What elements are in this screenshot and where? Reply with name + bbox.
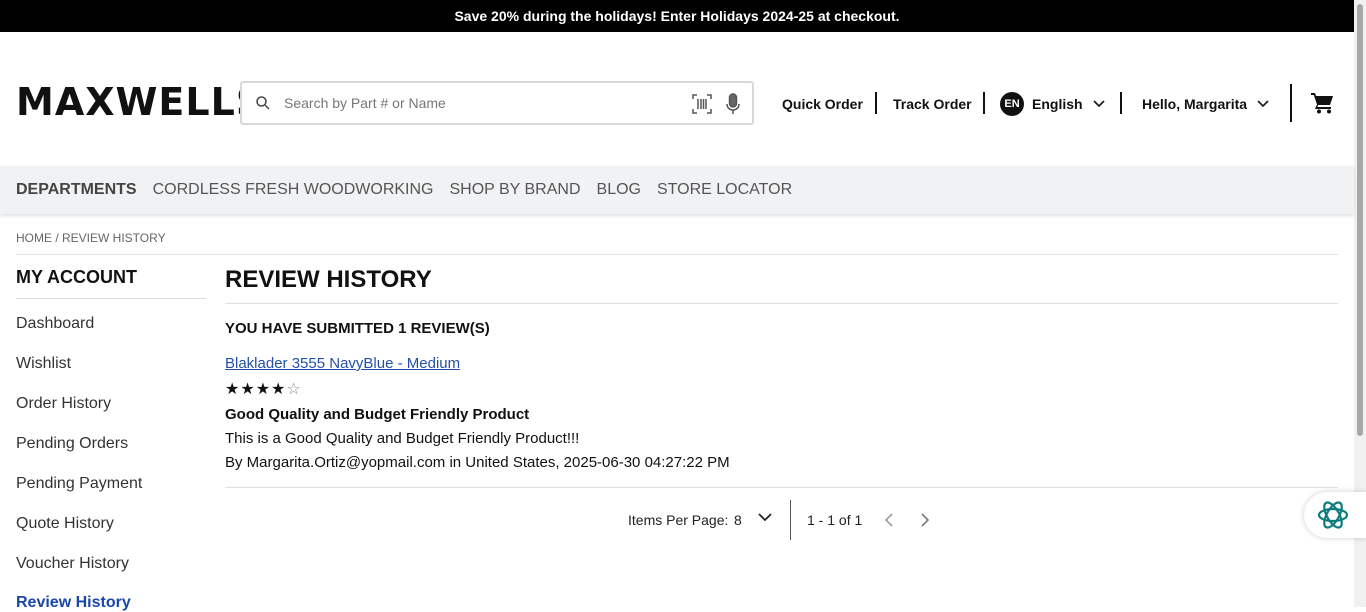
quick-order-label: Quick Order xyxy=(782,96,863,112)
chevron-down-icon[interactable] xyxy=(758,513,772,522)
language-badge: EN xyxy=(1000,92,1024,116)
site-header: MAXWELLS Quick Order Track Order EN Engl… xyxy=(0,32,1354,166)
chevron-left-icon[interactable] xyxy=(882,512,896,528)
sidebar-item-review-history[interactable]: Review History xyxy=(16,594,131,612)
chat-assistant-button[interactable] xyxy=(1304,492,1366,538)
review-rating-stars: ★★★★☆ xyxy=(225,379,302,399)
track-order-link[interactable]: Track Order xyxy=(893,90,972,118)
nav-cordless-fresh-woodworking[interactable]: CORDLESS FRESH WOODWORKING xyxy=(153,181,434,199)
items-per-page-label: Items Per Page: xyxy=(628,512,729,528)
nav-departments[interactable]: DEPARTMENTS xyxy=(16,181,137,199)
star-filled-icon: ★ xyxy=(225,381,241,398)
search-input[interactable] xyxy=(284,95,664,111)
account-menu[interactable]: Hello, Margarita xyxy=(1142,90,1269,118)
nav-store-locator[interactable]: STORE LOCATOR xyxy=(657,181,792,199)
sidebar-item-quote-history[interactable]: Quote History xyxy=(16,515,114,533)
promo-banner: Save 20% during the holidays! Enter Holi… xyxy=(0,0,1354,32)
header-divider xyxy=(875,92,877,114)
star-filled-icon: ★ xyxy=(240,381,256,398)
nav-shop-by-brand[interactable]: SHOP BY BRAND xyxy=(450,181,581,199)
language-label: English xyxy=(1032,96,1083,112)
chat-assistant-icon xyxy=(1317,501,1349,529)
microphone-icon[interactable] xyxy=(726,93,740,115)
header-divider xyxy=(983,92,985,114)
chevron-right-icon[interactable] xyxy=(918,512,932,528)
page-title: REVIEW HISTORY xyxy=(225,266,432,293)
star-empty-icon: ☆ xyxy=(286,381,302,398)
scrollbar-thumb[interactable] xyxy=(1357,4,1363,436)
sidebar-item-wishlist[interactable]: Wishlist xyxy=(16,355,71,373)
review-title: Good Quality and Budget Friendly Product xyxy=(225,406,530,423)
promo-text: Save 20% during the holidays! Enter Holi… xyxy=(454,8,900,24)
nav-blog[interactable]: BLOG xyxy=(597,181,641,199)
breadcrumb-divider xyxy=(16,254,1338,255)
account-greeting: Hello, Margarita xyxy=(1142,96,1248,112)
chevron-down-icon xyxy=(1092,100,1105,108)
category-nav: DEPARTMENTS CORDLESS FRESH WOODWORKING S… xyxy=(0,166,1354,214)
pager-divider xyxy=(790,500,791,540)
site-logo[interactable]: MAXWELLS xyxy=(16,80,264,124)
header-divider xyxy=(1290,84,1292,122)
language-selector[interactable]: EN English xyxy=(1000,90,1105,118)
title-divider xyxy=(225,303,1338,304)
items-per-page-select[interactable]: 8 xyxy=(734,512,742,528)
sidebar-item-dashboard[interactable]: Dashboard xyxy=(16,315,94,333)
star-filled-icon: ★ xyxy=(271,381,287,398)
review-count-summary: YOU HAVE SUBMITTED 1 REVIEW(S) xyxy=(225,320,490,337)
review-byline: By Margarita.Ortiz@yopmail.com in United… xyxy=(225,454,730,471)
review-divider xyxy=(225,487,1338,488)
star-filled-icon: ★ xyxy=(255,381,272,398)
review-body: This is a Good Quality and Budget Friend… xyxy=(225,430,580,447)
sidebar-item-order-history[interactable]: Order History xyxy=(16,395,111,413)
sidebar-divider xyxy=(16,298,206,299)
track-order-label: Track Order xyxy=(893,96,972,112)
cart-icon[interactable] xyxy=(1311,92,1335,114)
pager-count: 1 - 1 of 1 xyxy=(807,512,863,528)
header-divider xyxy=(1120,92,1122,114)
sidebar-item-pending-payment[interactable]: Pending Payment xyxy=(16,475,142,493)
barcode-icon[interactable] xyxy=(692,94,712,114)
chevron-down-icon xyxy=(1257,100,1269,108)
sidebar-item-voucher-history[interactable]: Voucher History xyxy=(16,555,129,573)
sidebar-title: MY ACCOUNT xyxy=(16,267,137,287)
breadcrumb[interactable]: HOME / REVIEW HISTORY xyxy=(16,231,166,245)
search-bar[interactable] xyxy=(240,81,754,125)
search-icon[interactable] xyxy=(254,94,272,112)
review-product-link[interactable]: Blaklader 3555 NavyBlue - Medium xyxy=(225,355,460,372)
quick-order-link[interactable]: Quick Order xyxy=(782,90,863,118)
sidebar-item-pending-orders[interactable]: Pending Orders xyxy=(16,435,128,453)
